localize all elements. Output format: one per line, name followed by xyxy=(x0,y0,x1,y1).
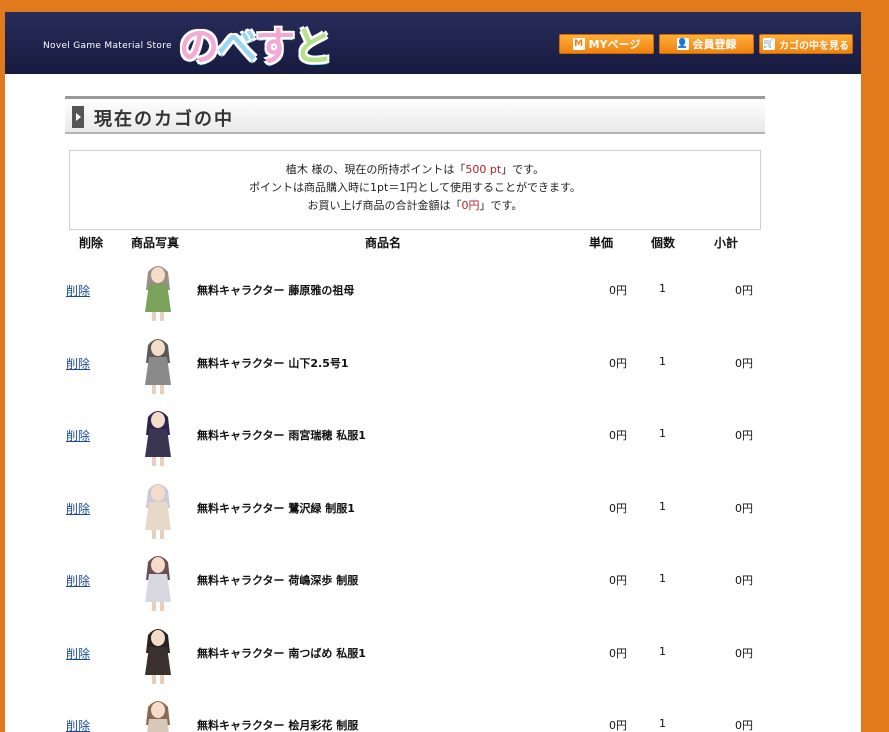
my-page-label: MYページ xyxy=(588,38,641,51)
unit-price: 0円 xyxy=(609,719,627,732)
cart-icon: 🛒 xyxy=(763,38,775,50)
logo-char-2: べ xyxy=(217,24,257,70)
delete-link[interactable]: 削除 xyxy=(66,572,90,589)
table-row: 削除 無料キャラクター 桧月彩花 制服 0円 1 0円 xyxy=(5,693,861,732)
product-name: 無料キャラクター 荷嶋深歩 制服 xyxy=(197,574,359,587)
logo-char-1: の xyxy=(179,24,219,70)
total-value: 0円 xyxy=(461,199,480,212)
subtotal: 0円 xyxy=(735,501,753,515)
quantity: 1 xyxy=(659,717,666,730)
product-name: 無料キャラクター 雨宮瑞穂 私服1 xyxy=(197,429,366,442)
subtotal: 0円 xyxy=(735,574,753,587)
header-photo: 商品写真 xyxy=(131,236,180,250)
product-thumbnail[interactable] xyxy=(135,623,181,685)
user-icon: 👤 xyxy=(676,38,689,50)
view-cart-label: カゴの中を見る xyxy=(779,40,849,52)
header-qty: 個数 xyxy=(651,236,676,250)
table-row: 削除 無料キャラクター 藤原雅の祖母 0円 1 0円 xyxy=(5,258,861,330)
logo-char-4: と xyxy=(293,24,333,70)
table-row: 削除 無料キャラクター 荷嶋深歩 制服 0円 1 0円 xyxy=(5,548,861,620)
points-line: 植木 様の、現在の所持ポイントは「500 pt」です。 xyxy=(285,163,545,176)
site-header: Novel Game Material Store のべすと M MYページ 👤… xyxy=(5,12,861,74)
site-tagline: Novel Game Material Store xyxy=(43,41,172,51)
site-logo[interactable]: のべすと xyxy=(179,14,333,72)
logo-char-3: す xyxy=(255,24,295,70)
page-title: 現在のカゴの中 xyxy=(94,109,234,130)
page: Novel Game Material Store のべすと M MYページ 👤… xyxy=(5,12,861,732)
page-title-bar: 現在のカゴの中 xyxy=(65,96,765,134)
product-name: 無料キャラクター 鷺沢緑 制服1 xyxy=(197,501,355,515)
delete-link[interactable]: 削除 xyxy=(66,500,90,517)
register-button[interactable]: 👤 会員登録 xyxy=(659,34,754,54)
unit-price: 0円 xyxy=(609,646,627,660)
product-thumbnail[interactable] xyxy=(135,260,181,322)
points-info-box: 植木 様の、現在の所持ポイントは「500 pt」です。 ポイントは商品購入時に1… xyxy=(69,150,761,230)
product-thumbnail[interactable] xyxy=(135,333,181,395)
header-subtotal: 小計 xyxy=(714,236,739,250)
delete-link[interactable]: 削除 xyxy=(66,282,90,299)
header-nav: M MYページ 👤 会員登録 🛒 カゴの中を見る xyxy=(559,34,853,54)
subtotal: 0円 xyxy=(735,429,753,442)
window-top-strip xyxy=(0,0,889,12)
quantity: 1 xyxy=(659,644,666,658)
product-name: 無料キャラクター 桧月彩花 制服 xyxy=(197,719,359,732)
header-price: 単価 xyxy=(589,236,614,250)
points-usage-line: ポイントは商品購入時に1pt＝1円として使用することができます。 xyxy=(249,181,581,194)
table-row: 削除 無料キャラクター 山下2.5号1 0円 1 0円 xyxy=(5,331,861,403)
table-row: 削除 無料キャラクター 雨宮瑞穂 私服1 0円 1 0円 xyxy=(5,403,861,475)
unit-price: 0円 xyxy=(609,284,627,297)
product-name: 無料キャラクター 藤原雅の祖母 xyxy=(197,284,355,297)
quantity: 1 xyxy=(659,282,666,295)
view-cart-button[interactable]: 🛒 カゴの中を見る xyxy=(759,34,853,54)
header-delete: 削除 xyxy=(79,236,104,250)
delete-link[interactable]: 削除 xyxy=(66,355,90,372)
header-name: 商品名 xyxy=(365,236,402,250)
product-thumbnail[interactable] xyxy=(135,478,181,540)
arrow-right-icon xyxy=(72,106,84,128)
delete-link[interactable]: 削除 xyxy=(66,427,90,444)
unit-price: 0円 xyxy=(609,429,627,442)
unit-price: 0円 xyxy=(609,501,627,515)
product-thumbnail[interactable] xyxy=(135,405,181,467)
product-name: 無料キャラクター 南つばめ 私服1 xyxy=(197,646,366,660)
quantity: 1 xyxy=(659,572,666,585)
quantity: 1 xyxy=(659,499,666,513)
unit-price: 0円 xyxy=(609,356,627,370)
delete-link[interactable]: 削除 xyxy=(66,645,90,662)
total-line: お買い上げ商品の合計金額は「0円」です。 xyxy=(307,199,523,212)
my-page-button[interactable]: M MYページ xyxy=(559,34,654,54)
quantity: 1 xyxy=(659,427,666,440)
quantity: 1 xyxy=(659,354,666,368)
product-thumbnail[interactable] xyxy=(135,550,181,612)
register-label: 会員登録 xyxy=(692,38,737,51)
table-row: 削除 無料キャラクター 南つばめ 私服1 0円 1 0円 xyxy=(5,621,861,693)
delete-link[interactable]: 削除 xyxy=(66,717,90,732)
subtotal: 0円 xyxy=(735,646,753,660)
product-name: 無料キャラクター 山下2.5号1 xyxy=(197,356,349,370)
subtotal: 0円 xyxy=(735,356,753,370)
unit-price: 0円 xyxy=(609,574,627,587)
subtotal: 0円 xyxy=(735,719,753,732)
cart-table-header: 削除 商品写真 商品名 単価 個数 小計 xyxy=(5,234,861,250)
subtotal: 0円 xyxy=(735,284,753,297)
my-page-icon: M xyxy=(572,38,585,50)
product-thumbnail[interactable] xyxy=(135,695,181,732)
points-value: 500 pt xyxy=(465,163,502,176)
table-row: 削除 無料キャラクター 鷺沢緑 制服1 0円 1 0円 xyxy=(5,476,861,548)
